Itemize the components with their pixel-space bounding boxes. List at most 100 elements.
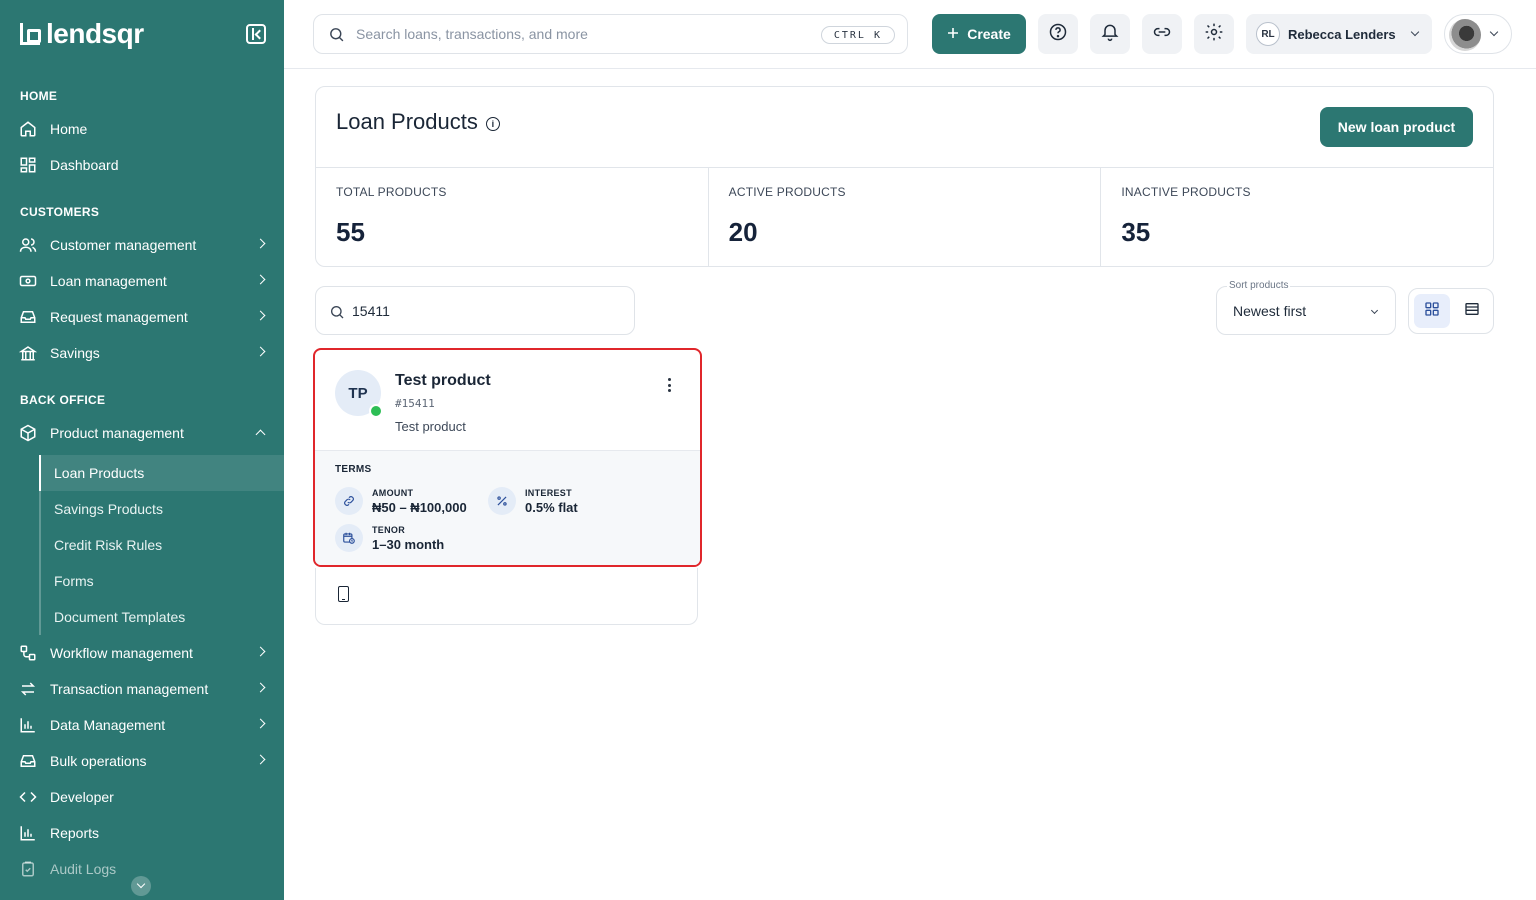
bar-chart-icon — [18, 715, 38, 735]
term-label: AMOUNT — [372, 487, 414, 498]
section-label-home: HOME — [20, 89, 58, 103]
home-icon — [18, 119, 38, 139]
sidebar-item-label: Transaction management — [50, 681, 209, 697]
sidebar-subitem-savings-products[interactable]: Savings Products — [41, 491, 284, 527]
brand-logo[interactable]: lendsqr — [20, 18, 144, 50]
new-loan-product-button[interactable]: New loan product — [1320, 107, 1473, 147]
chevron-right-icon — [255, 310, 266, 321]
product-id: #15411 — [395, 397, 435, 410]
page-title-text: Loan Products — [336, 109, 478, 134]
term-label: TENOR — [372, 524, 405, 535]
chevron-right-icon — [255, 754, 266, 765]
term-value: 0.5% flat — [525, 499, 578, 515]
sidebar-subitem-document-templates[interactable]: Document Templates — [41, 599, 284, 635]
organization-switcher[interactable]: RL Rebecca Lenders — [1246, 14, 1432, 54]
notifications-button[interactable] — [1090, 14, 1130, 54]
sidebar-item-request-management[interactable]: Request management — [0, 299, 284, 335]
link-button[interactable] — [1142, 14, 1182, 54]
link-icon — [1152, 22, 1172, 47]
sidebar-item-savings[interactable]: Savings — [0, 335, 284, 371]
sidebar-item-customer-management[interactable]: Customer management — [0, 227, 284, 263]
gear-icon — [1204, 22, 1224, 47]
section-label-customers: CUSTOMERS — [20, 205, 100, 219]
link-icon — [335, 487, 363, 515]
sidebar-item-developer[interactable]: Developer — [0, 779, 284, 815]
product-card[interactable]: TP Test product #15411 Test product TERM… — [313, 348, 702, 567]
more-options-icon[interactable] — [668, 378, 672, 392]
sidebar-subitem-forms[interactable]: Forms — [41, 563, 284, 599]
stat-value: 20 — [728, 217, 758, 247]
grid-view-button[interactable] — [1414, 294, 1450, 328]
sidebar-item-workflow-management[interactable]: Workflow management — [0, 635, 284, 671]
loan-products-header-card: Loan Products i New loan product TOTAL P… — [315, 86, 1494, 267]
terms-label: TERMS — [335, 464, 372, 475]
stat-inactive-products: INACTIVE PRODUCTS 35 — [1101, 168, 1493, 266]
sidebar-subitem-credit-risk-rules[interactable]: Credit Risk Rules — [41, 527, 284, 563]
transfer-icon — [18, 679, 38, 699]
brand-name: lendsqr — [46, 18, 144, 49]
sidebar-item-label: Reports — [50, 825, 100, 841]
dashboard-icon — [18, 155, 38, 175]
product-management-submenu: Loan Products Savings Products Credit Ri… — [39, 455, 284, 635]
sidebar-item-bulk-operations[interactable]: Bulk operations — [0, 743, 284, 779]
term-value: 1–30 month — [372, 536, 445, 552]
product-search-input[interactable]: 15411 — [315, 286, 635, 335]
inbox-icon — [18, 307, 38, 327]
term-interest: INTEREST 0.5% flat — [488, 487, 578, 515]
sidebar-subitem-loan-products[interactable]: Loan Products — [39, 455, 284, 491]
top-bar: Search loans, transactions, and more CTR… — [284, 0, 1536, 69]
view-toggle — [1408, 288, 1494, 334]
sidebar-item-label: Bulk operations — [50, 753, 147, 769]
product-stats: TOTAL PRODUCTS 55 ACTIVE PRODUCTS 20 INA… — [316, 167, 1493, 266]
sidebar-item-data-management[interactable]: Data Management — [0, 707, 284, 743]
sidebar-item-label: Developer — [50, 789, 114, 805]
chevron-down-icon — [1410, 27, 1420, 37]
create-button-label: Create — [967, 26, 1011, 42]
bar-chart-icon — [18, 823, 38, 843]
help-button[interactable] — [1038, 14, 1078, 54]
chevron-right-icon — [255, 346, 266, 357]
product-description: Test product — [395, 419, 466, 434]
sidebar-item-reports[interactable]: Reports — [0, 815, 284, 851]
sidebar-item-loan-management[interactable]: Loan management — [0, 263, 284, 299]
users-icon — [18, 235, 38, 255]
sidebar-item-dashboard[interactable]: Dashboard — [0, 147, 284, 183]
stat-label: INACTIVE PRODUCTS — [1121, 185, 1251, 199]
money-icon — [18, 271, 38, 291]
sidebar-item-home[interactable]: Home — [0, 111, 284, 147]
sidebar-scroll-down-icon[interactable] — [131, 876, 151, 896]
product-card-footer — [315, 568, 698, 625]
lendsqr-logo-icon — [20, 23, 41, 45]
user-menu-button[interactable] — [1444, 14, 1512, 54]
sidebar-item-product-management[interactable]: Product management — [0, 415, 284, 451]
bell-icon — [1100, 22, 1120, 47]
term-amount: AMOUNT ₦50 – ₦100,000 — [335, 487, 467, 515]
product-terms: TERMS AMOUNT ₦50 – ₦100,000 INTEREST 0.5… — [315, 451, 700, 565]
sidebar-item-label: Customer management — [50, 237, 197, 253]
chevron-down-icon — [1370, 306, 1379, 315]
create-button[interactable]: Create — [932, 14, 1026, 54]
product-search-value: 15411 — [352, 302, 390, 319]
search-icon — [328, 26, 345, 46]
global-search-input[interactable]: Search loans, transactions, and more CTR… — [313, 14, 908, 54]
avatar — [1449, 19, 1481, 51]
sidebar-item-label: Product management — [50, 425, 184, 441]
stat-active-products: ACTIVE PRODUCTS 20 — [709, 168, 1102, 266]
product-name: Test product — [395, 372, 491, 389]
stat-label: TOTAL PRODUCTS — [336, 185, 447, 199]
list-view-button[interactable] — [1455, 294, 1489, 328]
info-icon[interactable]: i — [485, 116, 500, 131]
chevron-right-icon — [255, 718, 266, 729]
plus-icon — [947, 26, 959, 42]
sort-products-select[interactable]: Sort products Newest first — [1216, 280, 1396, 335]
sidebar-collapse-icon[interactable] — [246, 24, 266, 44]
sidebar-item-label: Data Management — [50, 717, 166, 733]
settings-button[interactable] — [1194, 14, 1234, 54]
sidebar-item-label: Workflow management — [50, 645, 193, 661]
keyboard-shortcut-badge: CTRL K — [820, 26, 895, 44]
sidebar-item-transaction-management[interactable]: Transaction management — [0, 671, 284, 707]
chevron-right-icon — [255, 274, 266, 285]
org-initials-badge: RL — [1256, 22, 1280, 46]
help-icon — [1048, 22, 1068, 47]
sidebar: lendsqr HOME Home Dashboard CUSTOMERS Cu… — [0, 0, 284, 900]
